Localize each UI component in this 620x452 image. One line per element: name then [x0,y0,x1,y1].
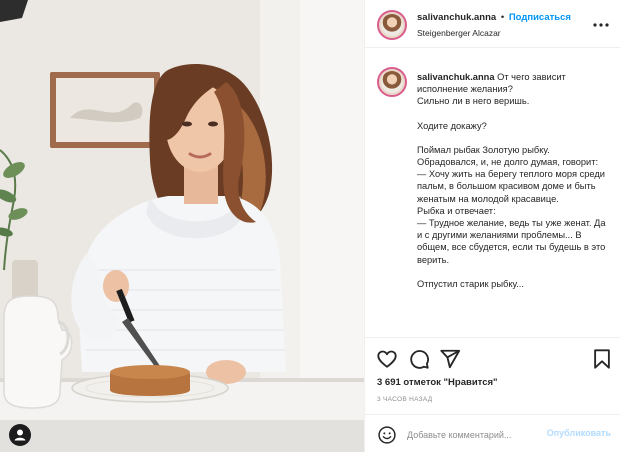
avatar-image [381,14,403,36]
add-comment-bar: Опубликовать [365,414,620,452]
separator-dot: • [500,12,505,23]
caption-line: — Трудное желание, ведь ты уже женат. Да… [417,218,606,265]
action-bar [365,337,620,373]
bookmark-icon[interactable] [591,348,613,370]
caption-line: Ходите докажу? [417,120,487,131]
caption-line: — Хочу жить на берегу теплого моря среди… [417,169,606,204]
emoji-icon[interactable] [377,425,397,445]
share-icon[interactable] [439,348,461,370]
author-avatar[interactable] [377,10,407,40]
more-horizontal-icon[interactable] [593,17,609,27]
caption-line: Отпустил старик рыбку... [417,278,524,289]
post-details-panel: salivanchuk.anna • Подписаться Steigenbe… [364,0,620,452]
comments-area[interactable]: salivanchuk.anna От чего зависит исполне… [365,49,620,336]
likes-count[interactable]: 3 691 отметок "Нравится" [377,377,498,388]
location-link[interactable]: Steigenberger Alcazar [417,28,501,38]
caption-line: Рыбка и отвечает: [417,205,496,216]
publish-comment-button[interactable]: Опубликовать [547,428,611,438]
post-caption: salivanchuk.anna От чего зависит исполне… [417,71,613,290]
comment-icon[interactable] [408,348,430,370]
caption-username-link[interactable]: salivanchuk.anna [417,72,495,82]
user-silhouette-icon [14,429,26,441]
post-timestamp[interactable]: 3 часов назад [377,396,432,403]
author-username-link[interactable]: salivanchuk.anna [417,12,496,23]
header-user-row: salivanchuk.anna • Подписаться [417,12,571,23]
heart-icon[interactable] [376,348,398,370]
caption-author-avatar[interactable] [377,67,407,97]
tagged-users-icon[interactable] [9,424,31,446]
follow-button[interactable]: Подписаться [509,12,571,23]
caption-line: Поймал рыбак Золотую рыбку. Обрадовался,… [417,144,599,168]
photo-illustration [0,0,364,452]
caption-line: Сильно ли в него веришь. [417,96,530,107]
post-header: salivanchuk.anna • Подписаться Steigenbe… [365,0,620,48]
comment-input[interactable] [407,427,567,443]
avatar-image [381,71,403,93]
post-photo[interactable] [0,0,364,452]
